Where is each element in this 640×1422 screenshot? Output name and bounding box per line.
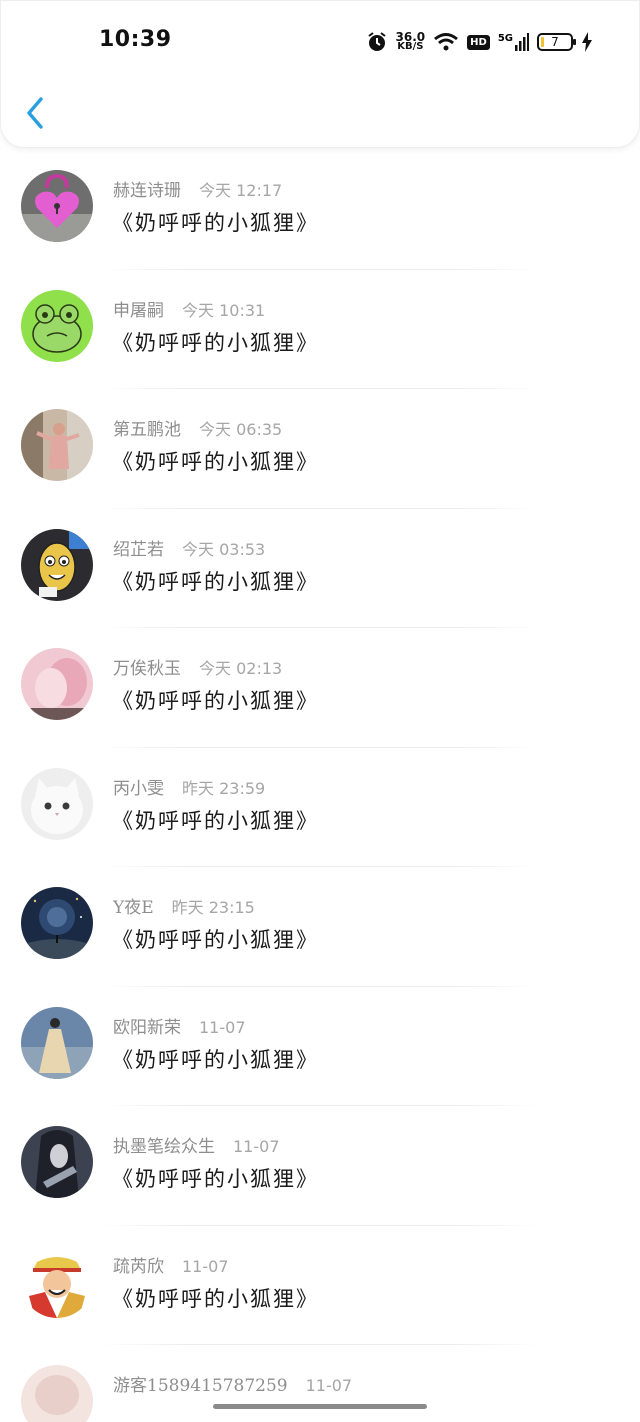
sender-name: 万俟秋玉 — [113, 659, 181, 679]
message-text: 《奶呼呼的小狐狸》 — [112, 211, 319, 235]
message-text: 《奶呼呼的小狐狸》 — [112, 450, 319, 474]
green-frog-avatar — [21, 289, 93, 362]
signal-bars-icon — [515, 33, 529, 51]
sender-line: 赫连诗珊 今天 12:17 — [113, 176, 282, 201]
sender-line: 游客15894157872​59 11-07 — [113, 1371, 352, 1396]
alarm-icon — [367, 32, 386, 51]
status-time: 10:39 — [99, 27, 172, 52]
girl-dress-avatar — [21, 1006, 93, 1079]
network-speed: 36.0 KB/S — [396, 31, 426, 52]
sender-line: 万俟秋玉 今天 02:13 — [113, 654, 282, 679]
white-cat-avatar — [21, 767, 93, 840]
sender-name: 丙小雯 — [113, 778, 164, 799]
header: 10:39 36.0 KB/S HD 5G 7 — [0, 0, 640, 148]
sender-line: 欧阳新荣 11-07 — [113, 1013, 246, 1038]
charging-icon — [582, 32, 592, 52]
list-item[interactable]: 丙小雯 昨天 23:59 《奶呼呼的小狐狸》 — [0, 748, 640, 867]
cartoon-character-avatar — [21, 528, 93, 601]
battery-indicator: 7 — [537, 33, 576, 51]
sender-line: 申屠嗣 今天 10:31 — [113, 296, 265, 321]
message-time: 今天 06:35 — [199, 420, 283, 439]
signal-type: 5G — [497, 33, 513, 44]
message-time: 11-07 — [233, 1137, 280, 1156]
sender-line: 疏芮欣 11-07 — [113, 1252, 229, 1277]
sender-line: Y夜E 昨天 23:15 — [113, 893, 255, 918]
sender-name: 执墨笔绘众生 — [113, 1137, 215, 1157]
list-item[interactable]: Y夜E 昨天 23:15 《奶呼呼的小狐狸》 — [0, 867, 640, 987]
wifi-icon — [434, 33, 459, 51]
back-chevron-icon[interactable] — [23, 93, 49, 133]
sender-line: 绍芷若 今天 03:53 — [113, 535, 265, 560]
message-text: 《奶呼呼的小狐狸》 — [112, 928, 319, 952]
list-item[interactable]: 第五鹏池 今天 06:35 《奶呼呼的小狐狸》 — [0, 389, 640, 509]
network-speed-unit: KB/S — [397, 41, 424, 52]
message-time: 今天 03:53 — [182, 539, 266, 559]
sender-line: 第五鹏池 今天 06:35 — [113, 415, 282, 440]
sender-name: 欧阳新荣 — [113, 1017, 181, 1038]
pastel-avatar — [21, 1365, 93, 1422]
message-text: 《奶呼呼的小狐狸》 — [112, 689, 319, 713]
pink-heart-lock-avatar — [21, 170, 93, 242]
pink-portrait-avatar — [21, 648, 93, 720]
message-text: 《奶呼呼的小狐狸》 — [112, 330, 319, 355]
list-item[interactable]: 申屠嗣 今天 10:31 《奶呼呼的小狐狸》 — [0, 270, 640, 389]
night-sky-avatar — [21, 887, 93, 959]
message-time: 今天 12:17 — [199, 181, 283, 200]
list-item[interactable]: 疏芮欣 11-07 《奶呼呼的小狐狸》 — [0, 1226, 640, 1345]
battery-level: 7 — [551, 35, 559, 49]
list-item[interactable]: 欧阳新荣 11-07 《奶呼呼的小狐狸》 — [0, 987, 640, 1106]
person-photo-avatar — [21, 409, 93, 481]
sender-name: 绍芷若 — [113, 539, 164, 560]
list-item[interactable]: 执墨笔绘众生 11-07 《奶呼呼的小狐狸》 — [0, 1106, 640, 1226]
hd-badge: HD — [467, 34, 490, 50]
list-item[interactable]: 绍芷若 今天 03:53 《奶呼呼的小狐狸》 — [0, 509, 640, 628]
message-time: 今天 10:31 — [182, 300, 266, 320]
sender-line: 丙小雯 昨天 23:59 — [113, 774, 265, 799]
list-item[interactable]: 赫连诗珊 今天 12:17 《奶呼呼的小狐狸》 — [0, 150, 640, 270]
message-text: 《奶呼呼的小狐狸》 — [112, 808, 319, 833]
sender-name: 疏芮欣 — [113, 1256, 164, 1277]
message-time: 11-07 — [182, 1256, 229, 1276]
sender-name: Y夜E — [113, 898, 154, 918]
message-text: 《奶呼呼的小狐狸》 — [112, 1167, 319, 1191]
status-icons: 36.0 KB/S HD 5G 7 — [366, 29, 593, 55]
sender-name: 申屠嗣 — [113, 300, 164, 321]
message-text: 《奶呼呼的小狐狸》 — [112, 569, 319, 594]
sender-name: 游客15894157872​59 — [113, 1376, 288, 1396]
list-item[interactable]: 万俟秋玉 今天 02:13 《奶呼呼的小狐狸》 — [0, 628, 640, 748]
message-time: 昨天 23:59 — [182, 778, 266, 798]
list-item[interactable]: 游客15894157872​59 11-07 — [0, 1345, 640, 1422]
message-list: 赫连诗珊 今天 12:17 《奶呼呼的小狐狸》 申屠嗣 今天 10:31 《奶呼… — [0, 150, 640, 1422]
home-indicator[interactable] — [213, 1404, 427, 1409]
sender-line: 执墨笔绘众生 11-07 — [113, 1132, 280, 1157]
message-text: 《奶呼呼的小狐狸》 — [112, 1047, 319, 1072]
message-text: 《奶呼呼的小狐狸》 — [112, 1286, 319, 1311]
message-time: 昨天 23:15 — [171, 898, 255, 917]
dark-character-avatar — [21, 1126, 93, 1198]
message-time: 11-07 — [199, 1017, 246, 1037]
sender-name: 第五鹏池 — [113, 420, 181, 440]
sender-name: 赫连诗珊 — [113, 181, 181, 201]
cell-signal: 5G — [498, 33, 529, 51]
message-time: 11-07 — [305, 1376, 353, 1395]
message-list-page: 10:39 36.0 KB/S HD 5G 7 赫连诗珊 今天 12:17 《奶… — [0, 0, 640, 1422]
anime-pirate-avatar — [21, 1245, 93, 1318]
message-time: 今天 02:13 — [199, 659, 283, 678]
